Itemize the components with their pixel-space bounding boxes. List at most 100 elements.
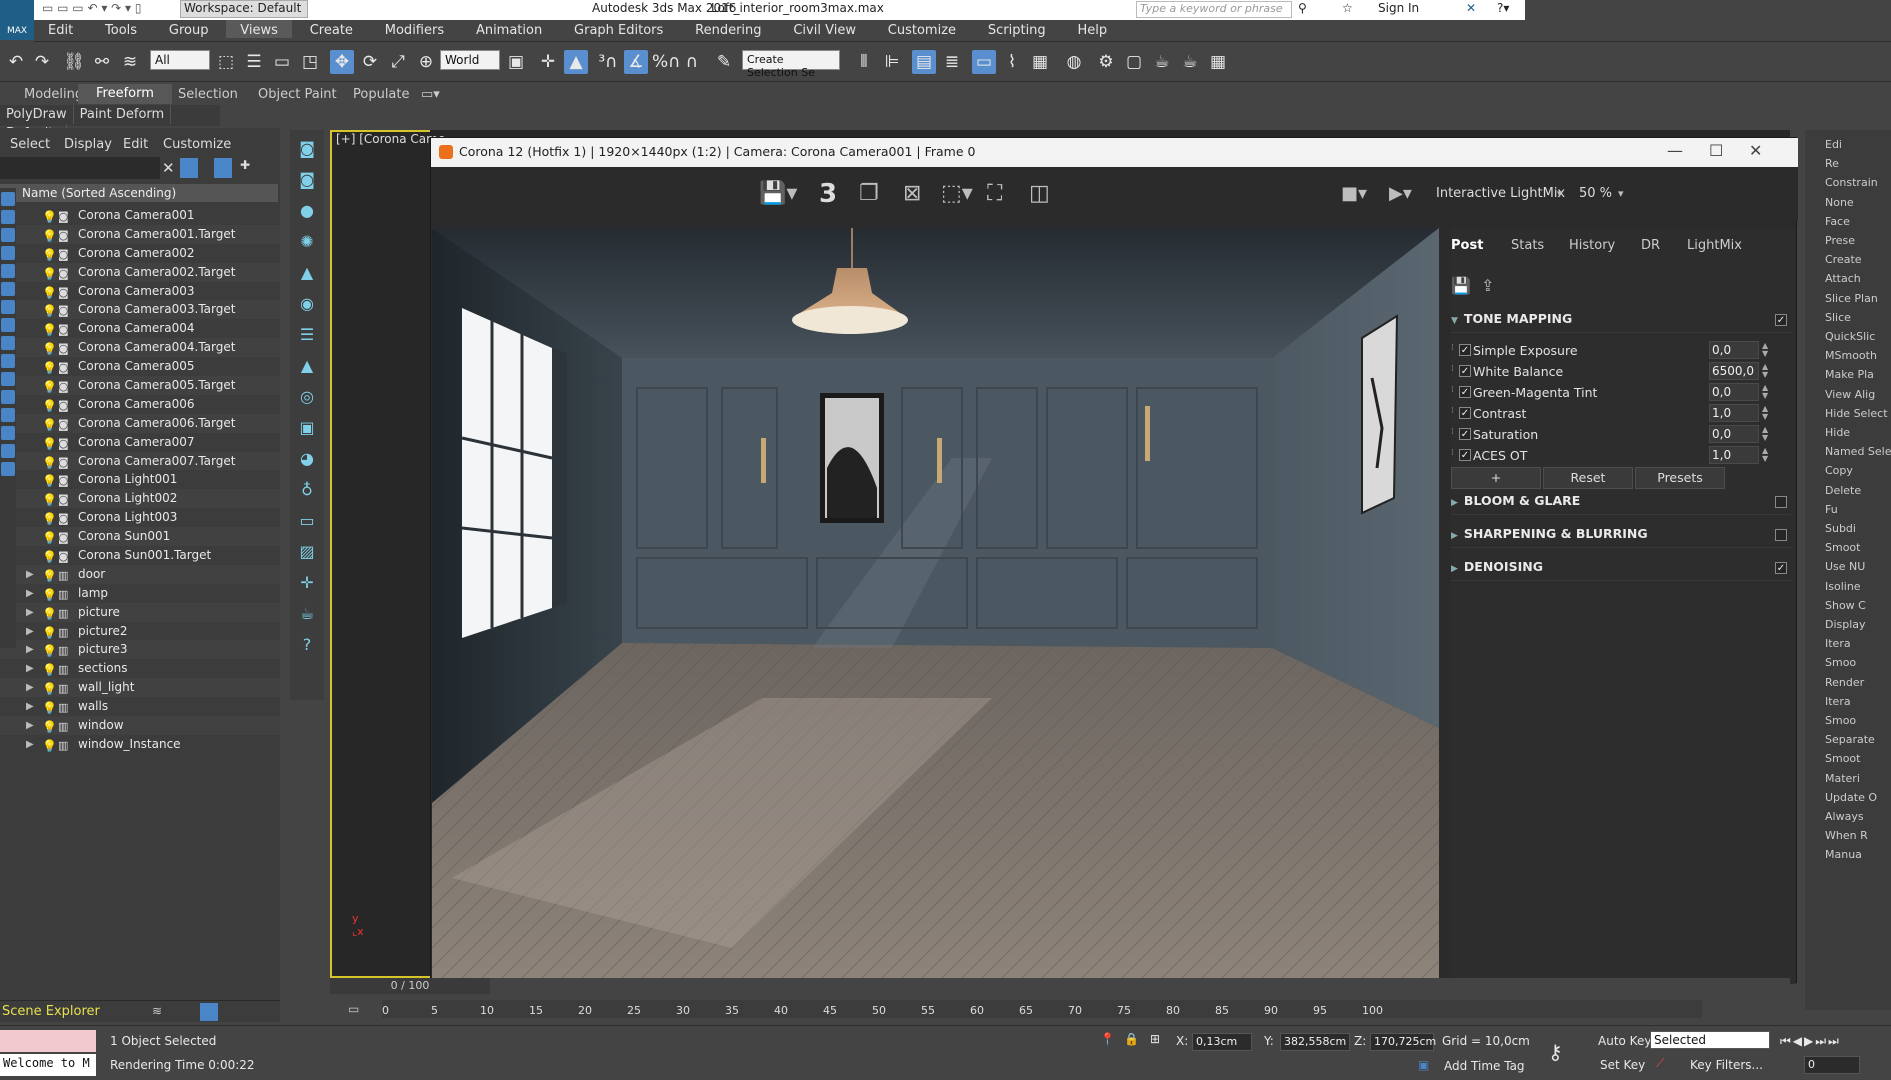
cone-icon[interactable]: ▲	[295, 354, 319, 378]
display-filter-icon[interactable]	[1, 246, 15, 260]
tree-row[interactable]: 💡 ◙ Corona Camera007	[0, 433, 280, 452]
compare-icon[interactable]: ◫	[1029, 181, 1050, 207]
display-filter-icon[interactable]	[1, 336, 15, 350]
spinner-icon[interactable]: ▲ ▼	[1762, 405, 1768, 421]
set-key-button[interactable]: Set Key	[1600, 1058, 1645, 1072]
tone-mapping-checkbox[interactable]: ✓	[1775, 314, 1787, 326]
tree-row[interactable]: ▶ 💡 ▥ door	[0, 564, 280, 584]
bulb-icon[interactable]: ♁	[295, 478, 319, 502]
fit-icon[interactable]: ⛶	[987, 181, 1002, 207]
display-filter-icon[interactable]	[1, 228, 15, 242]
tree-row[interactable]: ▶ 💡 ▥ walls	[0, 697, 280, 716]
command-panel-item[interactable]: Copy	[1825, 464, 1853, 477]
command-panel-item[interactable]: Delete	[1825, 484, 1861, 497]
menu-scripting[interactable]: Scripting	[974, 20, 1060, 38]
tab-post[interactable]: Post	[1451, 238, 1483, 253]
spinner-icon[interactable]: ▲ ▼	[1762, 342, 1768, 358]
command-panel-item[interactable]: Face	[1825, 215, 1850, 228]
tree-row[interactable]: 💡 ◙ Corona Camera003.Target	[0, 300, 280, 320]
mirror-icon[interactable]: ⫴	[852, 50, 876, 74]
rendered-frame-icon[interactable]: ▢	[1122, 50, 1146, 74]
expand-icon[interactable]: ▶	[26, 735, 34, 754]
snaps-toggle-icon[interactable]: ³∩	[596, 50, 620, 74]
zoom-dropdown[interactable]: 50 %	[1579, 181, 1612, 207]
render-iterative-icon[interactable]: ☕	[1178, 50, 1202, 74]
tree-row[interactable]: ▶ 💡 ▥ sections	[0, 659, 280, 678]
tree-row[interactable]: 💡 ◙ Corona Camera005	[0, 357, 280, 376]
tab-history[interactable]: History	[1569, 238, 1615, 253]
add-operator-button[interactable]: +	[1451, 467, 1541, 489]
x-coord-field[interactable]: 0,13cm	[1192, 1033, 1252, 1051]
save-preset-icon[interactable]: 💾	[1451, 276, 1471, 295]
bloom-glare-checkbox[interactable]	[1775, 496, 1787, 508]
command-panel-item[interactable]: Itera	[1825, 695, 1851, 708]
load-preset-icon[interactable]: ⇪	[1481, 276, 1494, 295]
select-object-icon[interactable]: ⬚	[214, 50, 238, 74]
time-tag-icon[interactable]: ▣	[1418, 1058, 1429, 1072]
render-activeshade-icon[interactable]: ▦	[1206, 50, 1230, 74]
reset-button[interactable]: Reset	[1543, 467, 1633, 489]
display-filter-icon[interactable]	[1, 264, 15, 278]
sign-in-link[interactable]: Sign In	[1378, 1, 1419, 15]
command-panel-item[interactable]: Manua	[1825, 848, 1862, 861]
polydraw-button[interactable]: PolyDraw	[0, 105, 74, 124]
tree-row[interactable]: 💡 ◙ Corona Camera006	[0, 395, 280, 414]
command-panel-item[interactable]: Slice Plan	[1825, 292, 1878, 305]
command-panel-item[interactable]: MSmooth	[1825, 349, 1877, 362]
presets-button[interactable]: Presets	[1635, 467, 1725, 489]
copy-icon[interactable]: ❐	[859, 181, 879, 207]
start-render-icon[interactable]: ▶▾	[1389, 181, 1412, 207]
lock-icon[interactable]	[214, 158, 232, 178]
menu-edit[interactable]: Edit	[34, 20, 87, 38]
menu-tools[interactable]: Tools	[91, 20, 151, 38]
command-panel-item[interactable]: None	[1825, 196, 1854, 209]
menu-create[interactable]: Create	[296, 20, 367, 38]
se-menu-select[interactable]: Select	[10, 137, 50, 152]
display-filter-icon[interactable]	[1, 372, 15, 386]
tree-row[interactable]: 💡 ◙ Corona Camera004	[0, 319, 280, 338]
close-x-icon[interactable]: ✕	[1466, 1, 1476, 15]
command-panel-item[interactable]: Constrain	[1825, 176, 1878, 189]
tree-row[interactable]: ▶ 💡 ▥ window	[0, 716, 280, 735]
ribbon-tab-selection[interactable]: Selection	[178, 87, 238, 102]
tree-row[interactable]: 💡 ◙ Corona Sun001.Target	[0, 546, 280, 565]
light-icon[interactable]: ●	[295, 199, 319, 223]
align-icon[interactable]: ⊫	[880, 50, 904, 74]
tab-stats[interactable]: Stats	[1511, 238, 1544, 253]
bloom-glare-header[interactable]: ▶ BLOOM & GLARE	[1451, 493, 1791, 515]
expand-icon[interactable]: ▶	[26, 697, 34, 716]
expand-icon[interactable]: ▶	[26, 584, 34, 603]
menu-graph-editors[interactable]: Graph Editors	[560, 20, 677, 38]
tab-dr[interactable]: DR	[1641, 238, 1660, 253]
select-by-name-icon[interactable]: ☰	[242, 50, 266, 74]
ribbon-options-icon[interactable]: ▭▾	[421, 87, 440, 102]
key-mode-dropdown[interactable]: Selected	[1650, 1031, 1770, 1049]
key-filters-button[interactable]: Key Filters...	[1690, 1058, 1763, 1072]
command-panel-item[interactable]: Hide Select	[1825, 407, 1888, 420]
placement-icon[interactable]: ⊕	[414, 50, 438, 74]
command-panel-item[interactable]: Hide	[1825, 426, 1850, 439]
ribbon-tab-modeling[interactable]: Modeling	[24, 87, 83, 102]
spinner-icon[interactable]: ▲ ▼	[1762, 426, 1768, 442]
expand-icon[interactable]: ▶	[26, 659, 34, 678]
spinner-icon[interactable]: ▲ ▼	[1762, 384, 1768, 400]
bind-spacewarp-icon[interactable]: ≋	[118, 50, 142, 74]
spinner-icon[interactable]: ▲ ▼	[1762, 447, 1768, 463]
pivot-center-icon[interactable]: ▣	[504, 50, 528, 74]
command-panel-item[interactable]: Re	[1825, 157, 1839, 170]
display-filter-icon[interactable]	[1, 354, 15, 368]
toggle-layer-explorer-icon[interactable]: ≣	[940, 50, 964, 74]
undo-icon[interactable]: ↶	[4, 50, 28, 74]
selection-filter-dropdown[interactable]: All	[150, 50, 210, 70]
param-checkbox[interactable]: ✓	[1459, 365, 1471, 377]
material-editor-icon[interactable]: ◍	[1062, 50, 1086, 74]
curve-editor-icon[interactable]: ⌇	[1000, 50, 1024, 74]
visibility-bulb-icon[interactable]: 💡	[42, 737, 57, 756]
app-logo[interactable]: MAX	[0, 0, 34, 40]
menu-help[interactable]: Help	[1064, 20, 1122, 38]
reference-coord-dropdown[interactable]: World	[440, 50, 500, 70]
expand-icon[interactable]: ▶	[26, 640, 34, 659]
command-panel-item[interactable]: Subdi	[1825, 522, 1856, 535]
redo-icon[interactable]: ↷	[30, 50, 54, 74]
display-filter-icon[interactable]	[1, 300, 15, 314]
